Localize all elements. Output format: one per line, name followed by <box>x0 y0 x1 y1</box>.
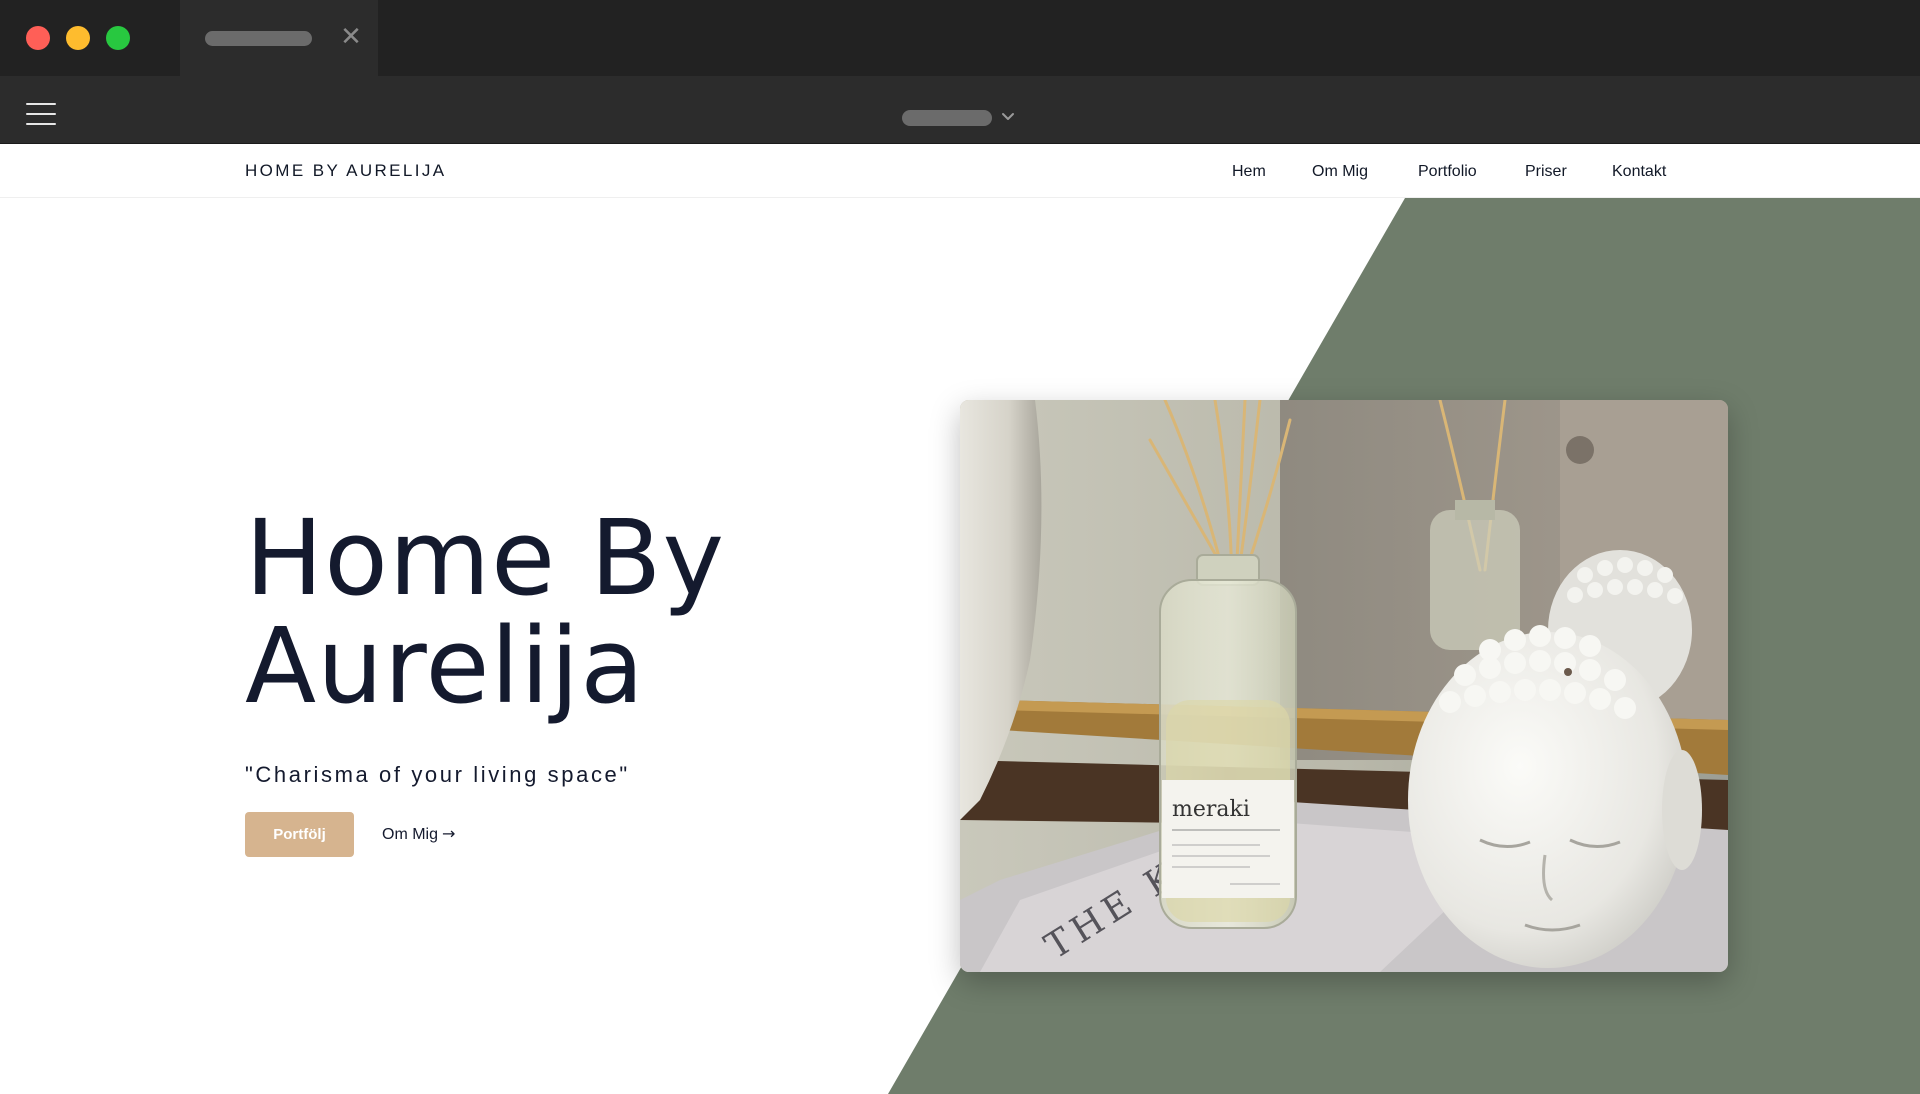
nav-link-om-mig[interactable]: Om Mig <box>1312 163 1368 181</box>
hero-tagline: "Charisma of your living space" <box>245 762 630 787</box>
hero-photo-illustration: THE KINFO meraki <box>960 400 1728 972</box>
nav-link-portfolio[interactable]: Portfolio <box>1418 163 1477 181</box>
site-logo[interactable]: HOME BY AURELIJA <box>245 161 447 181</box>
hero-title: Home By Aurelija <box>245 504 845 720</box>
hero-title-line-2: Aurelija <box>245 605 645 727</box>
browser-titlebar: ✕ <box>0 0 1920 76</box>
browser-tab[interactable]: ✕ <box>180 0 378 76</box>
maximize-window-button[interactable] <box>106 26 130 50</box>
bottle-label-text: meraki <box>1172 797 1250 822</box>
nav-link-priser[interactable]: Priser <box>1525 163 1567 181</box>
tab-title-placeholder <box>205 31 312 46</box>
site-header: HOME BY AURELIJA Hem Om Mig Portfolio Pr… <box>0 144 1920 198</box>
hamburger-menu-icon[interactable] <box>26 102 56 126</box>
close-icon[interactable]: ✕ <box>336 22 366 52</box>
portfolio-button[interactable]: Portfölj <box>245 812 354 857</box>
hero-photo: THE KINFO meraki <box>960 400 1728 972</box>
arrow-right-icon: → <box>442 824 456 843</box>
nav-link-kontakt[interactable]: Kontakt <box>1612 163 1666 181</box>
close-window-button[interactable] <box>26 26 50 50</box>
minimize-window-button[interactable] <box>66 26 90 50</box>
hero-title-line-1: Home By <box>245 497 726 619</box>
browser-toolbar <box>0 76 1920 144</box>
website-viewport: HOME BY AURELIJA Hem Om Mig Portfolio Pr… <box>0 144 1920 1094</box>
address-bar[interactable] <box>902 110 992 126</box>
nav-link-hem[interactable]: Hem <box>1232 163 1266 181</box>
om-mig-link-label: Om Mig <box>382 826 438 843</box>
om-mig-link[interactable]: Om Mig → <box>382 824 455 844</box>
chevron-down-icon[interactable] <box>998 106 1018 126</box>
